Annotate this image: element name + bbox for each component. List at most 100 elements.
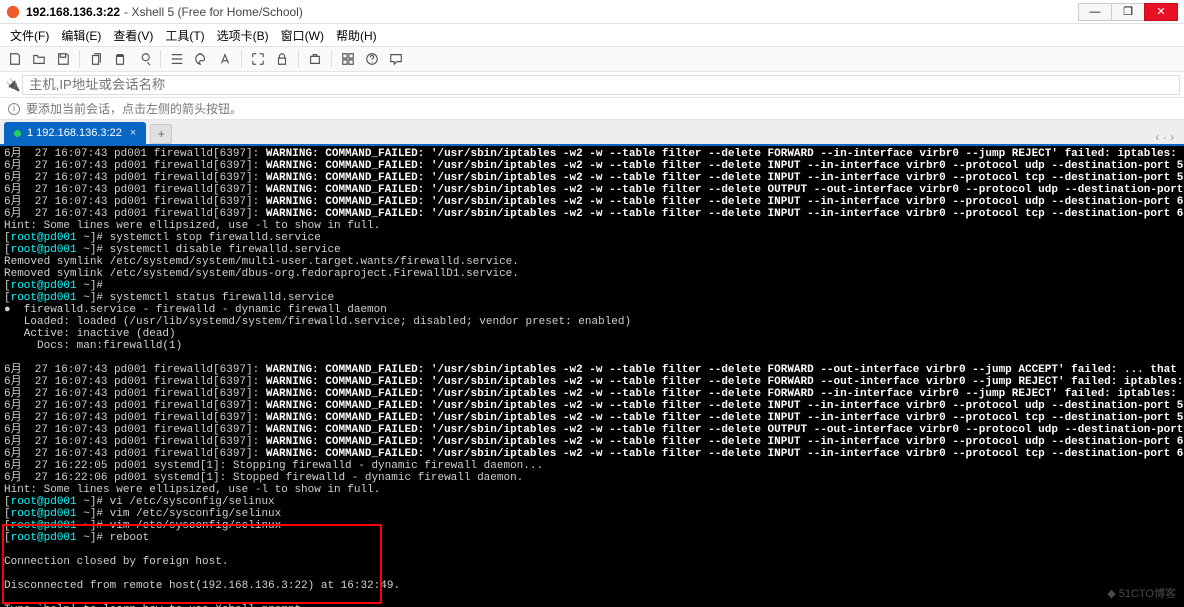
session-tab-label: 1 192.168.136.3:22 bbox=[27, 127, 122, 139]
maximize-button[interactable]: ❐ bbox=[1111, 3, 1145, 21]
menu-item[interactable]: 查看(V) bbox=[107, 27, 159, 44]
font-button[interactable] bbox=[214, 48, 236, 70]
menu-item[interactable]: 窗口(W) bbox=[275, 27, 330, 44]
colors-icon bbox=[194, 52, 208, 66]
copy-button[interactable] bbox=[85, 48, 107, 70]
menu-item[interactable]: 选项卡(B) bbox=[211, 27, 275, 44]
chat-button[interactable] bbox=[385, 48, 407, 70]
terminal-line bbox=[4, 544, 1180, 556]
advisory-bar: i 要添加当前会话，点击左侧的箭头按钮。 bbox=[0, 98, 1184, 120]
terminal-line: 6月 27 16:07:43 pd001 firewalld[6397]: WA… bbox=[4, 196, 1180, 208]
toolbar-separator bbox=[241, 50, 242, 68]
terminal-line: [root@pd001 ~]# vim /etc/sysconfig/selin… bbox=[4, 508, 1180, 520]
info-icon: i bbox=[8, 103, 20, 115]
terminal-line: [root@pd001 ~]# systemctl stop firewalld… bbox=[4, 232, 1180, 244]
host-input[interactable] bbox=[22, 75, 1180, 95]
app-window: 192.168.136.3:22 - Xshell 5 (Free for Ho… bbox=[0, 0, 1184, 607]
props-icon bbox=[170, 52, 184, 66]
new-icon bbox=[8, 52, 22, 66]
status-dot-icon bbox=[14, 130, 21, 137]
terminal-line: 6月 27 16:07:43 pd001 firewalld[6397]: WA… bbox=[4, 208, 1180, 220]
terminal-line: 6月 27 16:07:43 pd001 firewalld[6397]: WA… bbox=[4, 400, 1180, 412]
lock-icon bbox=[275, 52, 289, 66]
connect-icon[interactable]: 🔌 bbox=[4, 78, 22, 92]
terminal-line: 6月 27 16:07:43 pd001 firewalld[6397]: WA… bbox=[4, 388, 1180, 400]
open-button[interactable] bbox=[28, 48, 50, 70]
terminal-line: Removed symlink /etc/systemd/system/dbus… bbox=[4, 268, 1180, 280]
toolbar bbox=[0, 46, 1184, 72]
find-button[interactable] bbox=[133, 48, 155, 70]
terminal-line: 6月 27 16:07:43 pd001 firewalld[6397]: WA… bbox=[4, 436, 1180, 448]
terminal-line: 6月 27 16:07:43 pd001 firewalld[6397]: WA… bbox=[4, 148, 1180, 160]
terminal-line: [root@pd001 ~]# systemctl disable firewa… bbox=[4, 244, 1180, 256]
tile-button[interactable] bbox=[337, 48, 359, 70]
minimize-button[interactable]: — bbox=[1078, 3, 1112, 21]
terminal-line: Loaded: loaded (/usr/lib/systemd/system/… bbox=[4, 316, 1180, 328]
add-tab-button[interactable]: + bbox=[150, 124, 172, 144]
help-button[interactable] bbox=[361, 48, 383, 70]
session-tab-1[interactable]: 1 192.168.136.3:22 × bbox=[4, 122, 146, 144]
copy-icon bbox=[89, 52, 103, 66]
window-controls: — ❐ ✕ bbox=[1079, 3, 1178, 21]
terminal-line: Removed symlink /etc/systemd/system/mult… bbox=[4, 256, 1180, 268]
terminal[interactable]: 6月 27 16:07:43 pd001 firewalld[6397]: WA… bbox=[0, 146, 1184, 607]
terminal-line: 6月 27 16:07:43 pd001 firewalld[6397]: WA… bbox=[4, 172, 1180, 184]
save-button[interactable] bbox=[52, 48, 74, 70]
close-button[interactable]: ✕ bbox=[1144, 3, 1178, 21]
terminal-line: 6月 27 16:07:43 pd001 firewalld[6397]: WA… bbox=[4, 376, 1180, 388]
chat-icon bbox=[389, 52, 403, 66]
terminal-line: Active: inactive (dead) bbox=[4, 328, 1180, 340]
menu-item[interactable]: 帮助(H) bbox=[330, 27, 383, 44]
watermark: ◆ 51CTO博客 bbox=[1107, 585, 1176, 601]
terminal-line: Disconnected from remote host(192.168.13… bbox=[4, 580, 1180, 592]
terminal-line: Docs: man:firewalld(1) bbox=[4, 340, 1180, 352]
help-icon bbox=[365, 52, 379, 66]
tile-icon bbox=[341, 52, 355, 66]
terminal-line: ● firewalld.service - firewalld - dynami… bbox=[4, 304, 1180, 316]
address-bar: 🔌 bbox=[0, 72, 1184, 98]
colors-button[interactable] bbox=[190, 48, 212, 70]
terminal-line: 6月 27 16:07:43 pd001 firewalld[6397]: WA… bbox=[4, 412, 1180, 424]
toolbar-separator bbox=[160, 50, 161, 68]
terminal-line: 6月 27 16:22:06 pd001 systemd[1]: Stopped… bbox=[4, 472, 1180, 484]
terminal-line bbox=[4, 352, 1180, 364]
terminal-line: 6月 27 16:07:43 pd001 firewalld[6397]: WA… bbox=[4, 424, 1180, 436]
brief-icon bbox=[308, 52, 322, 66]
terminal-line: 6月 27 16:07:43 pd001 firewalld[6397]: WA… bbox=[4, 364, 1180, 376]
terminal-line bbox=[4, 568, 1180, 580]
tab-close-icon[interactable]: × bbox=[130, 127, 136, 139]
terminal-line: [root@pd001 ~]# systemctl status firewal… bbox=[4, 292, 1180, 304]
terminal-line: 6月 27 16:07:43 pd001 firewalld[6397]: WA… bbox=[4, 160, 1180, 172]
save-icon bbox=[56, 52, 70, 66]
terminal-line: [root@pd001 ~]# bbox=[4, 280, 1180, 292]
toolbar-separator bbox=[79, 50, 80, 68]
font-icon bbox=[218, 52, 232, 66]
toolbar-separator bbox=[298, 50, 299, 68]
menu-item[interactable]: 工具(T) bbox=[159, 27, 210, 44]
terminal-pane: 6月 27 16:07:43 pd001 firewalld[6397]: WA… bbox=[0, 144, 1184, 607]
menu-item[interactable]: 编辑(E) bbox=[55, 27, 107, 44]
paste-icon bbox=[113, 52, 127, 66]
full-icon bbox=[251, 52, 265, 66]
title-app: - Xshell 5 (Free for Home/School) bbox=[124, 5, 303, 19]
terminal-line: [root@pd001 ~]# reboot bbox=[4, 532, 1180, 544]
find-icon bbox=[137, 52, 151, 66]
brief-button[interactable] bbox=[304, 48, 326, 70]
terminal-line: 6月 27 16:07:43 pd001 firewalld[6397]: WA… bbox=[4, 184, 1180, 196]
lock-button[interactable] bbox=[271, 48, 293, 70]
full-button[interactable] bbox=[247, 48, 269, 70]
title-host: 192.168.136.3:22 bbox=[26, 5, 120, 19]
terminal-line: [root@pd001 ~]# vi /etc/sysconfig/selinu… bbox=[4, 496, 1180, 508]
paste-button[interactable] bbox=[109, 48, 131, 70]
session-tabs: 1 192.168.136.3:22 × + ‹ · › bbox=[0, 120, 1184, 144]
app-icon bbox=[6, 5, 20, 19]
terminal-line: Hint: Some lines were ellipsized, use -l… bbox=[4, 484, 1180, 496]
props-button[interactable] bbox=[166, 48, 188, 70]
tab-nav[interactable]: ‹ · › bbox=[1155, 130, 1180, 144]
terminal-line: 6月 27 16:22:05 pd001 systemd[1]: Stoppin… bbox=[4, 460, 1180, 472]
terminal-line: Connection closed by foreign host. bbox=[4, 556, 1180, 568]
new-button[interactable] bbox=[4, 48, 26, 70]
menu-item[interactable]: 文件(F) bbox=[4, 27, 55, 44]
menubar: 文件(F)编辑(E)查看(V)工具(T)选项卡(B)窗口(W)帮助(H) bbox=[0, 24, 1184, 46]
terminal-line bbox=[4, 592, 1180, 604]
